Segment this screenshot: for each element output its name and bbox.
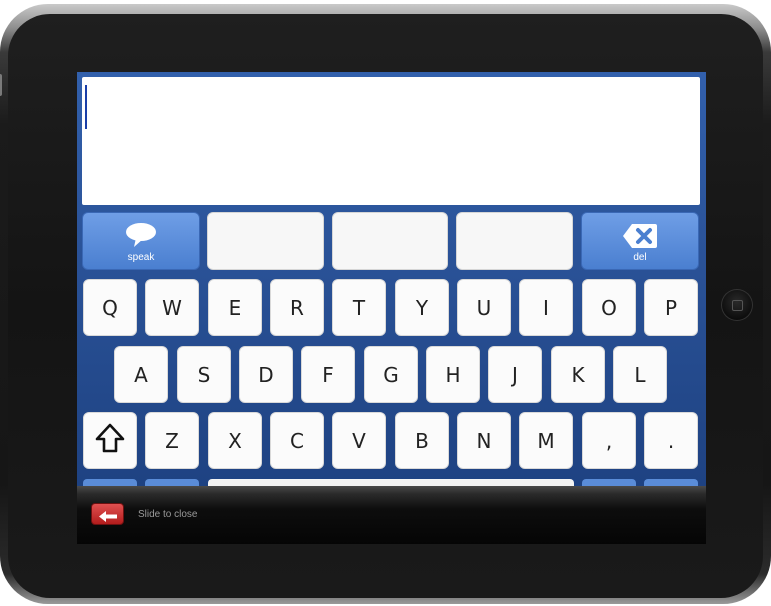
key-x[interactable]: X — [208, 412, 262, 469]
key-a[interactable]: A — [114, 346, 168, 403]
key-c[interactable]: C — [270, 412, 324, 469]
key-t[interactable]: T — [332, 279, 386, 336]
key-h[interactable]: H — [426, 346, 480, 403]
slide-handle[interactable] — [91, 503, 124, 525]
speak-button[interactable]: speak — [82, 212, 200, 270]
key-o[interactable]: O — [582, 279, 636, 336]
key-k[interactable]: K — [551, 346, 605, 403]
key-e[interactable]: E — [208, 279, 262, 336]
backspace-icon — [622, 223, 658, 253]
mute-switch — [0, 74, 2, 96]
screen: speak del Q W E R T Y U I O P A S D F G … — [77, 72, 706, 544]
key-g[interactable]: G — [364, 346, 418, 403]
del-label: del — [633, 252, 647, 263]
suggestion-slot-3[interactable] — [456, 212, 573, 270]
key-v[interactable]: V — [332, 412, 386, 469]
key-s[interactable]: S — [177, 346, 231, 403]
key-u[interactable]: U — [457, 279, 511, 336]
text-caret — [85, 85, 87, 129]
key-l[interactable]: L — [613, 346, 667, 403]
key-p[interactable]: P — [644, 279, 698, 336]
key-i[interactable]: I — [519, 279, 573, 336]
suggestion-slot-2[interactable] — [332, 212, 448, 270]
speech-bubble-icon — [124, 222, 158, 252]
key-d[interactable]: D — [239, 346, 293, 403]
shift-arrow-icon — [95, 423, 125, 458]
slide-to-close-bar[interactable]: Slide to close — [77, 486, 706, 544]
slide-to-close-label: Slide to close — [138, 509, 198, 520]
delete-button[interactable]: del — [581, 212, 699, 270]
key-comma[interactable]: , — [582, 412, 636, 469]
key-z[interactable]: Z — [145, 412, 199, 469]
key-j[interactable]: J — [488, 346, 542, 403]
keyboard-app: speak del Q W E R T Y U I O P A S D F G … — [77, 72, 706, 489]
suggestion-slot-1[interactable] — [207, 212, 324, 270]
key-period[interactable]: . — [644, 412, 698, 469]
key-m[interactable]: M — [519, 412, 573, 469]
home-button[interactable] — [721, 289, 753, 321]
back-arrow-icon — [98, 508, 118, 527]
key-n[interactable]: N — [457, 412, 511, 469]
key-y[interactable]: Y — [395, 279, 449, 336]
key-r[interactable]: R — [270, 279, 324, 336]
key-b[interactable]: B — [395, 412, 449, 469]
key-q[interactable]: Q — [83, 279, 137, 336]
key-w[interactable]: W — [145, 279, 199, 336]
speak-label: speak — [127, 252, 155, 263]
text-entry-area[interactable] — [82, 77, 700, 205]
key-f[interactable]: F — [301, 346, 355, 403]
shift-key[interactable] — [83, 412, 137, 469]
